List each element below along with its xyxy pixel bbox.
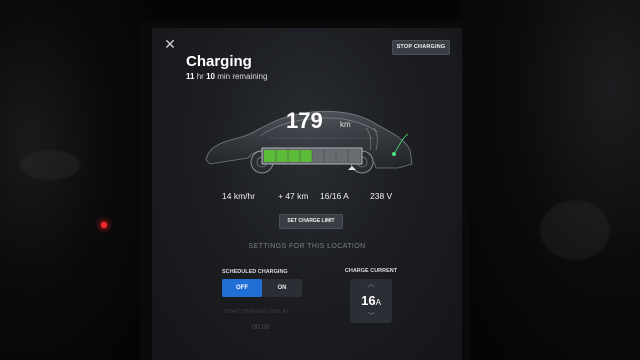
hours-value: 11 (186, 72, 195, 81)
background-glint (20, 150, 80, 180)
charge-voltage: 238 V (370, 191, 393, 201)
charge-current-reading: 16/16 A (320, 191, 349, 201)
current-increase-button[interactable]: ︿ (350, 279, 392, 291)
charging-screen: ✕ STOP CHARGING Charging 11 hr 10 min re… (152, 28, 462, 360)
stop-charging-button[interactable]: STOP CHARGING (392, 40, 450, 55)
charge-port-glow (392, 152, 396, 156)
scheduled-on-option[interactable]: ON (262, 279, 302, 297)
charge-current-label: CHARGE CURRENT (344, 268, 398, 274)
chevron-down-icon: ﹀ (367, 313, 375, 320)
current-decrease-button[interactable]: ﹀ (350, 311, 392, 323)
close-icon: ✕ (164, 36, 176, 52)
background-left (0, 0, 150, 360)
range-value: 179 (286, 108, 323, 133)
start-time-label: START CHARGING TIME AT (224, 309, 289, 315)
scheduled-charging-label: SCHEDULED CHARGING (222, 269, 288, 275)
background-glint (540, 200, 610, 260)
start-time-value: 00:00 (252, 324, 270, 331)
charging-stats: 14 km/hr + 47 km 16/16 A 238 V (152, 191, 462, 205)
charge-rate: 14 km/hr (222, 191, 256, 201)
indicator-led (101, 222, 107, 228)
charge-current-value: 16A (350, 291, 392, 311)
scheduled-charging-toggle: OFF ON (222, 279, 302, 297)
page-title: Charging (186, 53, 252, 70)
current-number: 16 (361, 293, 376, 308)
range-unit: km (340, 120, 351, 129)
battery-pack (261, 147, 363, 170)
location-settings-title: SETTINGS FOR THIS LOCATION (248, 243, 366, 250)
time-remaining: 11 hr 10 min remaining (186, 72, 267, 81)
current-unit: A (375, 298, 381, 307)
charge-current-stepper: ︿ 16A ﹀ (350, 279, 392, 323)
close-button[interactable]: ✕ (162, 36, 178, 52)
background-right (460, 0, 640, 360)
minutes-value: 10 (206, 72, 215, 81)
set-charge-limit-button[interactable]: SET CHARGE LIMIT (279, 214, 343, 229)
hours-unit: hr (196, 72, 204, 81)
scheduled-off-option[interactable]: OFF (222, 279, 262, 297)
minutes-suffix: min remaining (217, 72, 268, 81)
range-added: + 47 km (278, 191, 309, 201)
chevron-up-icon: ︿ (367, 281, 375, 288)
